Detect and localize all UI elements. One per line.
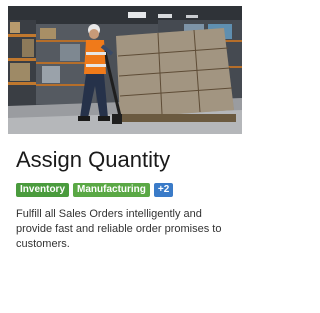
card-title[interactable]: Assign Quantity xyxy=(16,146,170,174)
card-hero-image xyxy=(8,6,242,134)
card-description: Fulfill all Sales Orders intelligently a… xyxy=(16,208,222,250)
tag-inventory[interactable]: Inventory xyxy=(16,183,70,197)
tag-manufacturing[interactable]: Manufacturing xyxy=(73,183,150,197)
tag-list: Inventory Manufacturing +2 xyxy=(16,183,174,197)
app-card[interactable]: Assign Quantity Inventory Manufacturing … xyxy=(0,0,242,313)
warehouse-image xyxy=(8,6,242,134)
tag-more-count[interactable]: +2 xyxy=(153,183,174,197)
